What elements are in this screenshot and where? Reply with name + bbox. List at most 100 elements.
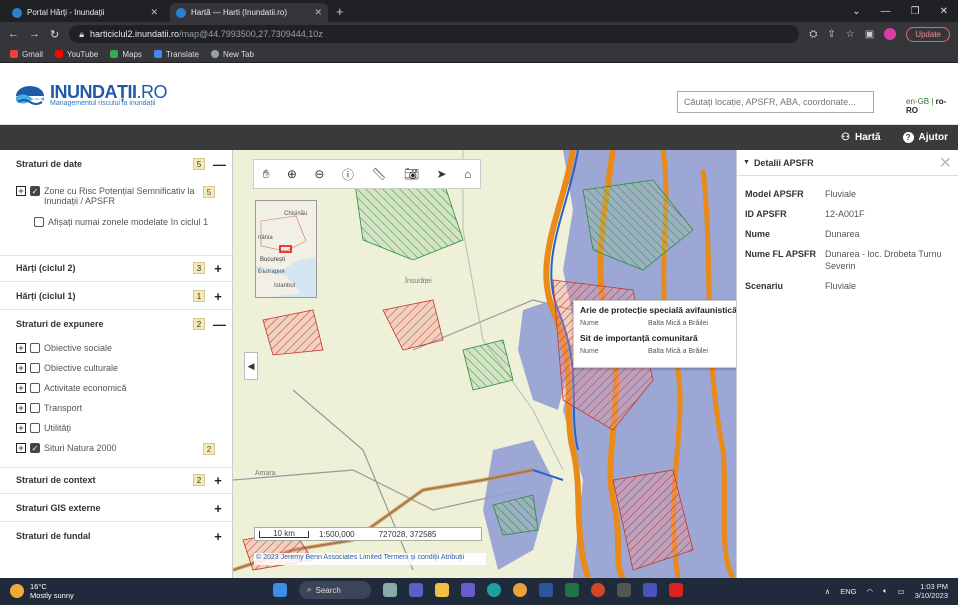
close-tab-icon[interactable]: ✕ <box>150 7 158 18</box>
tab-search-icon[interactable]: ⌄ <box>852 6 860 17</box>
battery-icon[interactable]: ▭ <box>898 587 905 596</box>
wifi-icon[interactable]: ◠ <box>866 587 873 596</box>
terms-link[interactable]: Termeni și condiții <box>384 554 440 561</box>
globe-icon <box>210 50 219 58</box>
layer-checkbox[interactable] <box>30 343 40 353</box>
expand-icon[interactable]: + <box>213 261 223 276</box>
minimize-icon[interactable]: — <box>881 6 891 17</box>
file-explorer-icon[interactable] <box>435 583 449 597</box>
browser-tab-map[interactable]: Hartă — Harti (Inundatii.ro) ✕ <box>170 3 328 22</box>
map-tab[interactable]: ⚇ Hartă <box>841 132 881 143</box>
bookmark-translate[interactable]: Translate <box>153 50 199 59</box>
bookmark-youtube[interactable]: YouTube <box>54 50 98 59</box>
app-window: Portal Hărți - Inundații ✕ Hartă — Harti… <box>0 0 958 605</box>
expand-icon[interactable]: + <box>213 529 223 544</box>
checkbox-only-modelled[interactable] <box>34 217 44 227</box>
section-header[interactable]: Hărți (ciclul 1) 1 + <box>0 282 233 310</box>
layer-checkbox[interactable] <box>30 423 40 433</box>
update-button[interactable]: Update <box>906 26 950 42</box>
powerpoint-icon[interactable] <box>591 583 605 597</box>
teams-icon[interactable] <box>409 583 423 597</box>
site-favicon-icon <box>176 7 186 18</box>
home-icon[interactable]: ⌂ <box>464 167 471 181</box>
close-tab-icon[interactable]: ✕ <box>314 7 322 18</box>
minimap-label: București <box>260 257 285 263</box>
browser-tab-portal[interactable]: Portal Hărți - Inundații ✕ <box>6 3 164 22</box>
taskbar-search[interactable]: ⌕ Search <box>299 581 371 599</box>
close-window-icon[interactable]: ✕ <box>940 6 948 17</box>
section-header[interactable]: Straturi de date 5— <box>0 150 233 178</box>
section-header[interactable]: Straturi GIS externe + <box>0 494 233 522</box>
new-tab-icon[interactable]: + <box>336 4 344 19</box>
word-icon[interactable] <box>539 583 553 597</box>
section-header[interactable]: Hărți (ciclul 2) 3 + <box>0 254 233 282</box>
app-icon[interactable] <box>461 583 475 597</box>
info-icon[interactable]: ⓘ <box>342 166 354 183</box>
town-label: Însurăței <box>404 276 432 285</box>
volume-icon[interactable]: 🔈︎ <box>883 586 888 596</box>
expand-icon[interactable]: + <box>16 423 26 433</box>
overview-minimap[interactable]: Chișinău nânia București Бългaрия Istanb… <box>255 200 317 298</box>
section-header[interactable]: Straturi de context 2 + <box>0 466 233 494</box>
layer-checkbox[interactable]: ✓ <box>30 443 40 453</box>
collapse-panel-handle[interactable]: ◀ <box>244 352 258 380</box>
close-icon[interactable]: ✕ <box>939 153 952 173</box>
lang-en-link[interactable]: en-GB | <box>906 97 933 106</box>
collapse-icon[interactable]: — <box>213 157 226 172</box>
restore-icon[interactable]: ❐ <box>911 6 920 17</box>
clock[interactable]: 1:03 PM 3/10/2023 <box>915 582 948 600</box>
expand-icon[interactable]: + <box>16 403 26 413</box>
logo-main: INUNDAȚII <box>50 82 137 102</box>
expand-icon[interactable]: + <box>213 473 223 488</box>
expand-icon[interactable]: + <box>16 443 26 453</box>
locate-arrow-icon[interactable]: ➤ <box>436 167 446 181</box>
layer-checkbox[interactable] <box>30 403 40 413</box>
camera-icon[interactable]: 📷︎ <box>404 167 419 181</box>
teams-work-icon[interactable] <box>643 583 657 597</box>
calculator-icon[interactable] <box>617 583 631 597</box>
details-header[interactable]: ▼ Detalii APSFR ✕ <box>737 150 958 176</box>
expand-icon[interactable]: + <box>16 383 26 393</box>
site-logo[interactable]: INUNDAȚII.RO Managementul riscului la in… <box>14 82 168 107</box>
translate-icon[interactable]: ⛭ <box>809 29 817 40</box>
bookmark-gmail[interactable]: Gmail <box>10 50 43 59</box>
language-indicator[interactable]: ENG <box>840 587 856 596</box>
chrome-icon[interactable] <box>513 583 527 597</box>
expand-icon[interactable]: + <box>16 343 26 353</box>
profile-avatar[interactable] <box>884 28 897 40</box>
layer-checkbox[interactable] <box>30 383 40 393</box>
expand-icon[interactable]: + <box>16 186 26 196</box>
weather-widget[interactable]: 16°C Mostly sunny <box>10 582 74 600</box>
language-switcher[interactable]: en-GB | ro-RO <box>906 97 958 115</box>
expand-icon[interactable]: + <box>213 289 223 304</box>
pan-hand-icon[interactable]: ✋︎ <box>263 167 270 182</box>
chevron-up-icon[interactable]: ∧ <box>825 587 831 596</box>
checkbox-apsfr[interactable]: ✓ <box>30 186 40 196</box>
acrobat-icon[interactable] <box>669 583 683 597</box>
section-header[interactable]: Straturi de expunere 2— <box>0 310 233 338</box>
help-tab[interactable]: ? Ajutor <box>902 132 948 143</box>
zoom-in-icon[interactable]: ⊕ <box>287 167 297 181</box>
excel-icon[interactable] <box>565 583 579 597</box>
edge-icon[interactable] <box>487 583 501 597</box>
layer-checkbox[interactable] <box>30 363 40 373</box>
expand-icon[interactable]: + <box>16 363 26 373</box>
side-panel-icon[interactable]: ▣ <box>865 29 874 40</box>
bookmark-star-icon[interactable]: ☆ <box>846 29 855 40</box>
expand-icon[interactable]: + <box>213 501 223 516</box>
windows-start-icon[interactable] <box>273 583 287 597</box>
bookmark-maps[interactable]: Maps <box>110 50 142 59</box>
location-search-input[interactable] <box>677 91 874 113</box>
reload-icon[interactable]: ↻ <box>50 28 59 41</box>
measure-ruler-icon[interactable]: 📏︎ <box>371 167 386 181</box>
collapse-icon[interactable]: — <box>213 317 226 332</box>
task-view-icon[interactable] <box>383 583 397 597</box>
attributions-link[interactable]: Atribuții <box>441 554 464 561</box>
section-header[interactable]: Straturi de fundal + <box>0 522 233 550</box>
zoom-out-icon[interactable]: ⊖ <box>314 167 324 181</box>
back-icon[interactable]: ← <box>8 28 19 40</box>
forward-icon[interactable]: → <box>29 28 40 40</box>
share-icon[interactable]: ⇪ <box>827 29 835 40</box>
url-field[interactable]: 🔒︎ harticiclul2.inundatii.ro/map@44.7993… <box>69 25 800 43</box>
bookmark-new-tab[interactable]: New Tab <box>210 50 254 59</box>
